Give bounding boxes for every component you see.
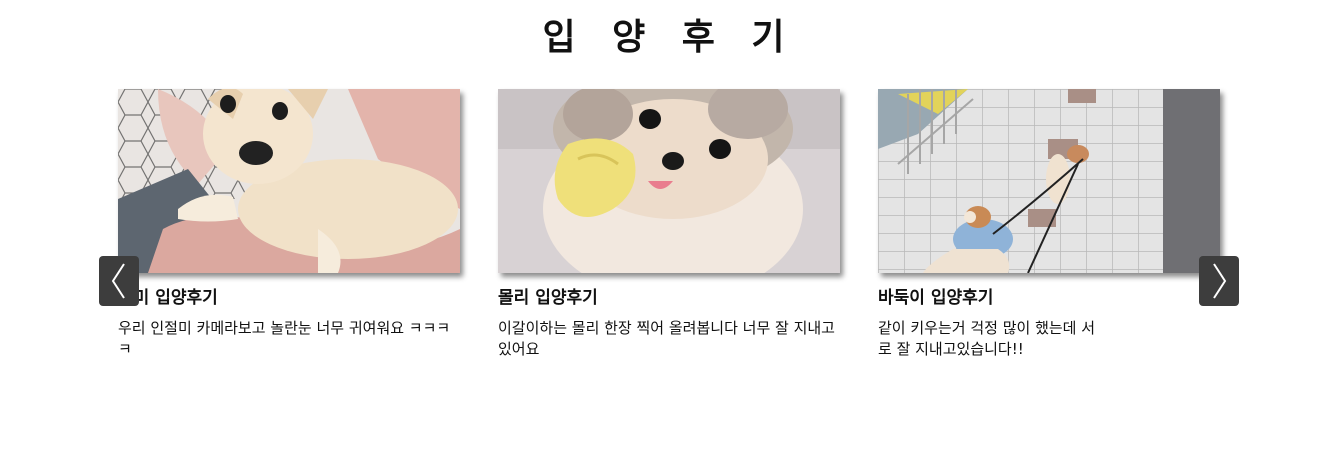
- review-title[interactable]: 절미 입양후기: [118, 287, 460, 309]
- chevron-right-icon: [1209, 261, 1229, 301]
- review-photo-chihuahua[interactable]: [118, 89, 460, 273]
- review-card[interactable]: 몰리 입양후기 이갈이하는 몰리 한장 찍어 올려봅니다 너무 잘 지내고 있어…: [498, 89, 840, 360]
- carousel-next-button[interactable]: [1199, 256, 1239, 306]
- cream-chihuahua-puppy-photo: [118, 89, 460, 273]
- review-card[interactable]: 절미 입양후기 우리 인절미 카메라보고 놀란눈 너무 귀여워요 ㅋㅋㅋㅋ: [118, 89, 460, 360]
- section-title: 입 양 후 기: [542, 17, 797, 58]
- pomeranian-with-yellow-toy-photo: [498, 89, 840, 273]
- review-title[interactable]: 바둑이 입양후기: [878, 287, 1220, 309]
- review-carousel: 절미 입양후기 우리 인절미 카메라보고 놀란눈 너무 귀여워요 ㅋㅋㅋㅋ 몰리: [118, 89, 1220, 379]
- review-photo-pomeranian[interactable]: [498, 89, 840, 273]
- review-title[interactable]: 몰리 입양후기: [498, 287, 840, 309]
- review-text: 우리 인절미 카메라보고 놀란눈 너무 귀여워요 ㅋㅋㅋㅋ: [118, 319, 451, 358]
- carousel-prev-button[interactable]: [99, 256, 139, 306]
- review-text: 같이 키우는거 걱정 많이 했는데 서로 잘 지내고있습니다!!: [878, 319, 1096, 358]
- review-photo-walking-dogs[interactable]: [878, 89, 1220, 273]
- chevron-left-icon: [109, 261, 129, 301]
- two-dogs-walking-on-tiles-photo: [878, 89, 1220, 273]
- review-card[interactable]: 바둑이 입양후기 같이 키우는거 걱정 많이 했는데 서로 잘 지내고있습니다!…: [878, 89, 1220, 360]
- review-text: 이갈이하는 몰리 한장 찍어 올려봅니다 너무 잘 지내고 있어요: [498, 319, 835, 358]
